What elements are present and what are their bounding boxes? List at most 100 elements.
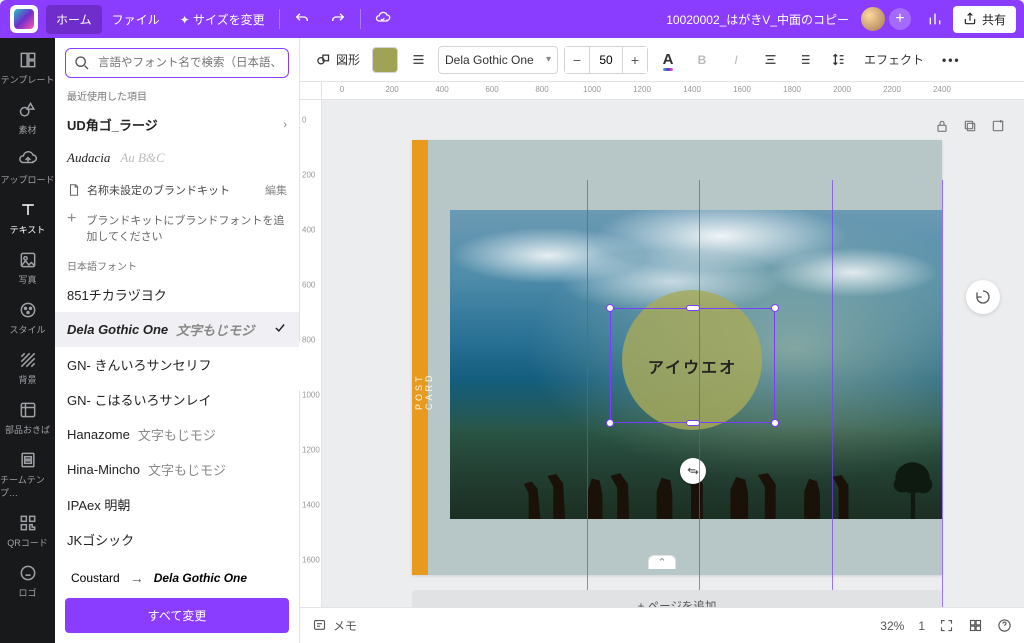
font-row[interactable]: GN- こはるいろサンレイ: [55, 382, 299, 417]
shape-button[interactable]: 図形: [310, 46, 366, 74]
resize-button[interactable]: ✦ サイズを変更: [170, 5, 275, 34]
spacing-button[interactable]: [824, 46, 852, 74]
text-color-button[interactable]: A: [654, 46, 682, 74]
rail-text[interactable]: テキスト: [0, 194, 55, 244]
font-list: 851チカラヅヨクDela Gothic One文字もじモジGN- きんいろサン…: [55, 277, 299, 560]
user-avatar[interactable]: [861, 7, 885, 31]
font-name: GN- こはるいろサンレイ: [67, 390, 211, 409]
zoom-value[interactable]: 32%: [880, 619, 904, 633]
new-page-icon[interactable]: [990, 118, 1006, 134]
separator: [360, 9, 361, 29]
reset-zoom-fab[interactable]: [966, 280, 1000, 314]
resize-handle[interactable]: [771, 419, 779, 427]
font-row[interactable]: IPAex 明朝: [55, 487, 299, 522]
size-plus[interactable]: +: [623, 47, 647, 73]
share-button[interactable]: 共有: [953, 6, 1016, 33]
rail-styles[interactable]: スタイル: [0, 294, 55, 344]
font-row[interactable]: UD角ゴ_ラージ ›: [55, 107, 299, 142]
brandkit-row[interactable]: 名称未設定のブランドキット 編集: [55, 174, 299, 206]
font-row[interactable]: Hina-Mincho 文字もじモジ: [55, 452, 299, 487]
rail-uploads[interactable]: アップロード: [0, 144, 55, 194]
font-row[interactable]: GN- きんいろサンセリフ: [55, 347, 299, 382]
page-tray-toggle[interactable]: ⌃: [648, 555, 676, 569]
font-row[interactable]: JKゴシック: [55, 522, 299, 557]
context-toolbar: 図形 Dela Gothic One ▾ − + A B I エフェクト •••: [300, 38, 1024, 82]
share-label: 共有: [982, 11, 1006, 28]
font-picker-value: Dela Gothic One: [445, 53, 534, 67]
guide-line[interactable]: [832, 180, 833, 607]
effects-button[interactable]: エフェクト: [858, 46, 930, 74]
font-name: UD角ゴ_ラージ: [67, 115, 158, 134]
add-brand-font[interactable]: + ブランドキットにブランドフォントを追加してください: [55, 206, 299, 254]
font-picker[interactable]: Dela Gothic One ▾: [438, 46, 558, 74]
check-icon: [273, 321, 287, 338]
redo-icon[interactable]: [324, 5, 352, 33]
border-style-button[interactable]: [404, 46, 432, 74]
brandkit-edit[interactable]: 編集: [265, 182, 287, 198]
file-button[interactable]: ファイル: [102, 5, 170, 34]
add-member-button[interactable]: +: [889, 8, 911, 30]
swap-button[interactable]: [680, 458, 706, 484]
arrow-right-icon: →: [130, 570, 144, 586]
bold-button[interactable]: B: [688, 46, 716, 74]
font-row[interactable]: Dela Gothic One文字もじモジ: [55, 312, 299, 347]
font-name: IPAex 明朝: [67, 495, 130, 514]
size-input[interactable]: [589, 47, 623, 73]
chart-icon[interactable]: [921, 5, 949, 33]
page-canvas[interactable]: POST CARD: [412, 140, 942, 575]
cloud-sync-icon[interactable]: [369, 5, 397, 33]
rail-elements[interactable]: 素材: [0, 94, 55, 144]
stage[interactable]: POST CARD: [322, 100, 1024, 607]
add-page-button[interactable]: + ページを追加: [412, 590, 942, 607]
resize-handle[interactable]: [606, 304, 614, 312]
size-minus[interactable]: −: [565, 47, 589, 73]
font-size-stepper[interactable]: − +: [564, 46, 648, 74]
font-name: JKゴシック: [67, 530, 134, 549]
guide-line[interactable]: [699, 180, 700, 607]
lock-icon[interactable]: [934, 118, 950, 134]
fill-color-swatch[interactable]: [372, 47, 398, 73]
fullscreen-icon[interactable]: [939, 618, 954, 633]
app-logo[interactable]: [10, 5, 38, 33]
more-button[interactable]: •••: [936, 46, 967, 74]
rail-parts[interactable]: 部品おきば: [0, 394, 55, 444]
rail-logo[interactable]: ロゴ: [0, 557, 55, 607]
rail-teamtpl[interactable]: チームテンプ…: [0, 444, 55, 507]
rail-templates[interactable]: テンプレート: [0, 44, 55, 94]
font-name: Hina-Mincho: [67, 462, 140, 477]
font-row[interactable]: Hanazome文字もじモジ: [55, 417, 299, 452]
resize-handle[interactable]: [771, 304, 779, 312]
canvas-area[interactable]: 0200400600800100012001400160018002000220…: [300, 82, 1024, 607]
undo-icon[interactable]: [288, 5, 316, 33]
resize-handle[interactable]: [686, 305, 700, 311]
font-row[interactable]: 851チカラヅヨク: [55, 277, 299, 312]
rail-qr[interactable]: QRコード: [0, 507, 55, 557]
font-row[interactable]: Audacia Au B&C: [55, 142, 299, 174]
duplicate-icon[interactable]: [962, 118, 978, 134]
font-row[interactable]: Kaisei Tokumin文字もじモジ: [55, 557, 299, 560]
italic-button[interactable]: I: [722, 46, 750, 74]
font-search[interactable]: [65, 48, 289, 78]
text-element[interactable]: アイウエオ: [611, 309, 774, 422]
help-icon[interactable]: [997, 618, 1012, 633]
rail-background[interactable]: 背景: [0, 344, 55, 394]
orange-strip[interactable]: POST CARD: [412, 140, 428, 575]
list-button[interactable]: [790, 46, 818, 74]
resize-handle[interactable]: [686, 420, 700, 426]
apply-all-button[interactable]: すべて変更: [65, 598, 289, 633]
font-sample: 文字もじモジ: [148, 460, 226, 479]
guide-line[interactable]: [587, 180, 588, 607]
guide-line[interactable]: [942, 180, 943, 607]
font-search-input[interactable]: [96, 56, 280, 70]
home-button[interactable]: ホーム: [46, 5, 102, 34]
page-indicator[interactable]: 1: [918, 619, 925, 633]
notes-button[interactable]: メモ: [312, 617, 357, 634]
rail-photos[interactable]: 写真: [0, 244, 55, 294]
tree-silhouette: [885, 459, 940, 519]
selection-box[interactable]: アイウエオ: [610, 308, 775, 423]
bottom-bar: メモ 32% 1: [300, 607, 1024, 643]
grid-icon[interactable]: [968, 618, 983, 633]
document-title[interactable]: 10020002_はがきV_中面のコピー: [666, 11, 849, 28]
align-button[interactable]: [756, 46, 784, 74]
resize-handle[interactable]: [606, 419, 614, 427]
